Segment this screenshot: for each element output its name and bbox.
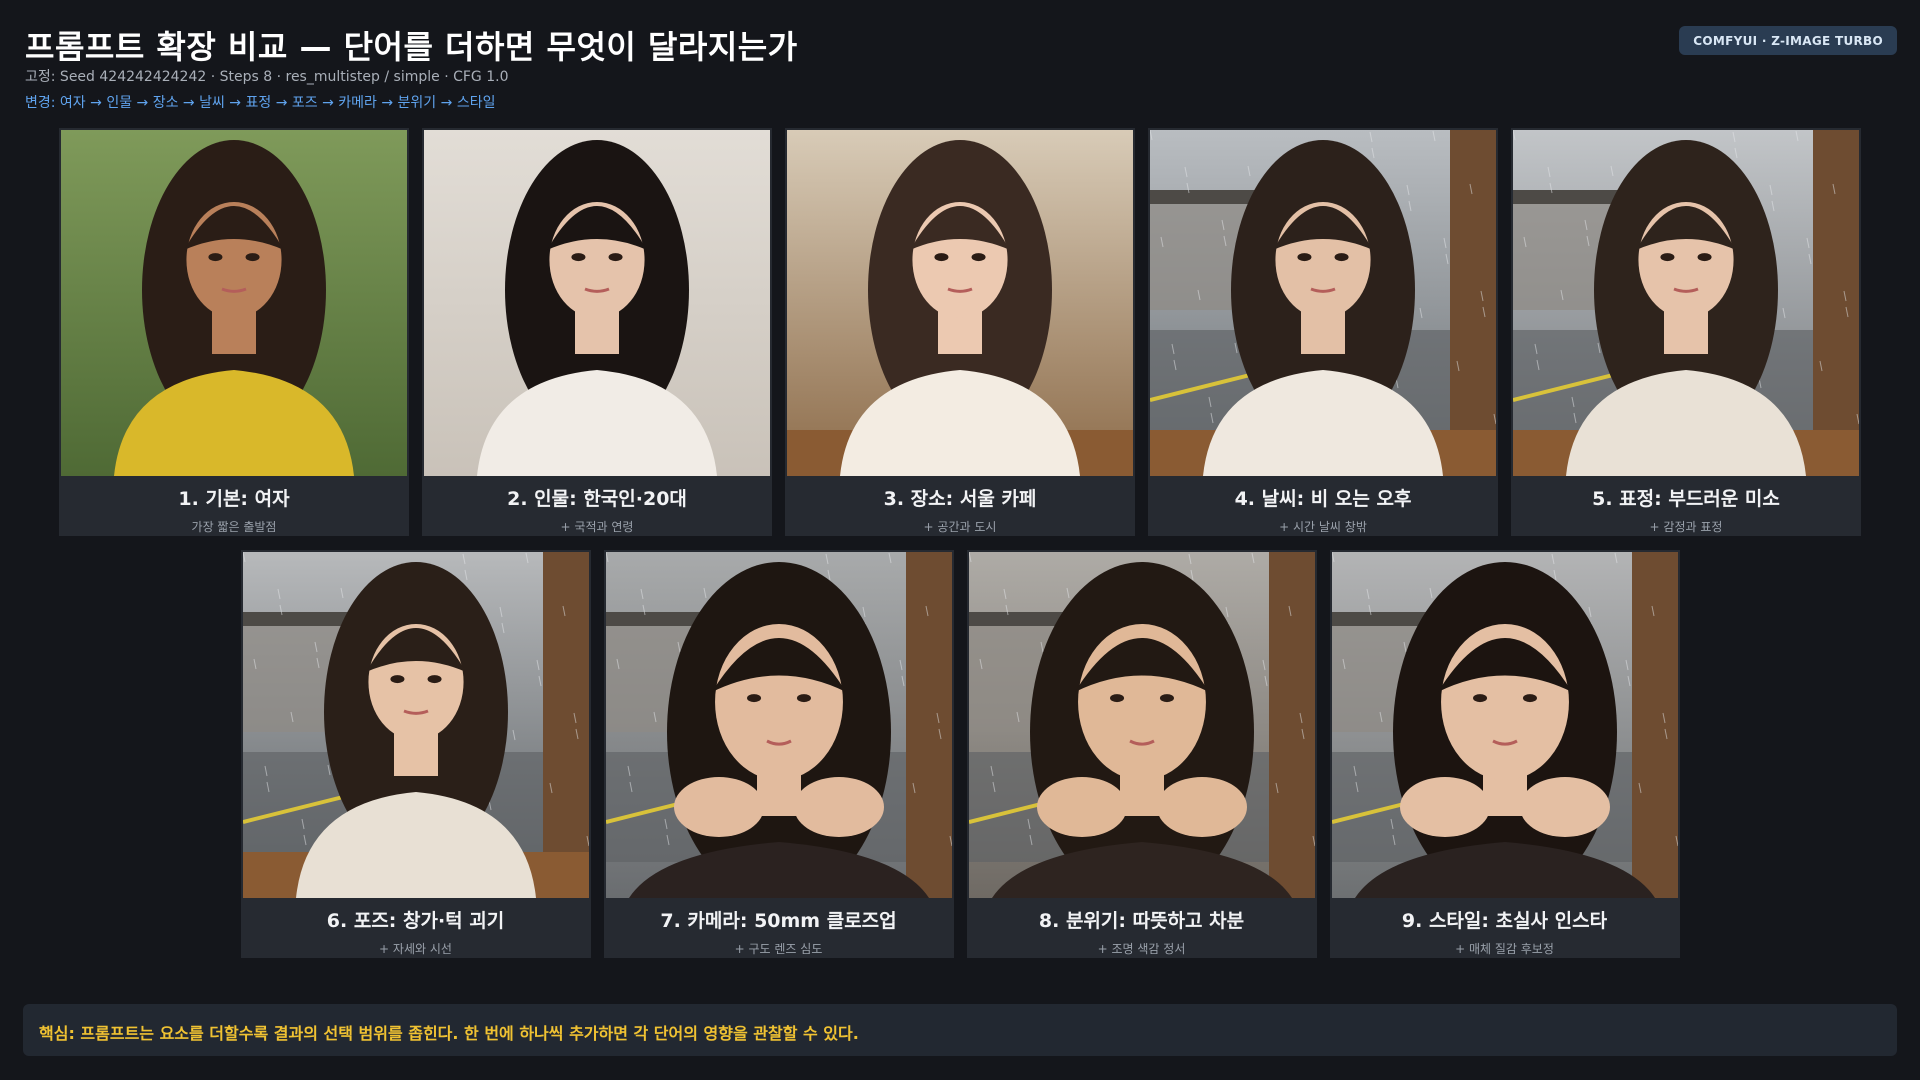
photo (242, 552, 589, 898)
card-caption: 9. 스타일: 초실사 인스타 (1401, 910, 1608, 932)
gallery-row-2: 6. 포즈: 창가·턱 괴기 + 자세와 시선 7. 카메라: 50mm 클로즈… (0, 550, 1920, 958)
gallery-card[interactable]: 8. 분위기: 따뜻하고 차분 + 조명 색감 정서 (966, 550, 1317, 958)
gallery-row-1: 1. 기본: 여자 가장 짧은 출발점 2. 인물: 한국인·20대 + 국적과… (0, 128, 1920, 536)
card-caption: 3. 장소: 서울 카페 (883, 488, 1037, 510)
card-subcaption: + 자세와 시선 (379, 942, 452, 956)
card-subcaption: + 조명 색감 정서 (1097, 942, 1186, 956)
gallery-card[interactable]: 4. 날씨: 비 오는 오후 + 시간 날씨 창밖 (1148, 128, 1498, 536)
card-caption: 1. 기본: 여자 (178, 488, 290, 510)
gallery-card[interactable]: 7. 카메라: 50mm 클로즈업 + 구도 렌즈 심도 (603, 550, 954, 958)
card-subcaption: + 공간과 도시 (923, 520, 997, 534)
app-badge: COMFYUI · Z-IMAGE TURBO (1679, 26, 1897, 55)
gallery-card[interactable]: 9. 스타일: 초실사 인스타 + 매체 질감 후보정 (1329, 550, 1680, 958)
card-subcaption: + 감정과 표정 (1649, 520, 1723, 534)
card-caption: 4. 날씨: 비 오는 오후 (1234, 488, 1412, 510)
photo (61, 130, 407, 476)
page-title: 프롬프트 확장 비교 — 단어를 더하면 무엇이 달라지는가 (25, 28, 798, 66)
fixed-settings: 고정: Seed 424242424242 · Steps 8 · res_mu… (25, 69, 509, 85)
gallery-card[interactable]: 3. 장소: 서울 카페 + 공간과 도시 (785, 128, 1135, 536)
card-subcaption: 가장 짧은 출발점 (191, 520, 277, 534)
photo (424, 130, 770, 476)
gallery-card[interactable]: 5. 표정: 부드러운 미소 + 감정과 표정 (1511, 128, 1861, 536)
card-subcaption: + 시간 날씨 창밖 (1279, 520, 1367, 534)
photo (1150, 130, 1496, 476)
card-subcaption: + 매체 질감 후보정 (1455, 942, 1554, 956)
key-insight-note: 핵심: 프롬프트는 요소를 더할수록 결과의 선택 범위를 좁힌다. 한 번에 … (23, 1004, 1897, 1056)
photo (1513, 130, 1859, 476)
gallery-card[interactable]: 6. 포즈: 창가·턱 괴기 + 자세와 시선 (240, 550, 591, 958)
card-caption: 7. 카메라: 50mm 클로즈업 (660, 910, 897, 932)
gallery-card[interactable]: 1. 기본: 여자 가장 짧은 출발점 (59, 128, 409, 536)
card-caption: 8. 분위기: 따뜻하고 차분 (1038, 910, 1245, 932)
card-subcaption: + 국적과 연령 (560, 520, 634, 534)
photo (605, 552, 952, 898)
photo (1331, 552, 1678, 898)
card-subcaption: + 구도 렌즈 심도 (734, 942, 823, 956)
card-caption: 5. 표정: 부드러운 미소 (1592, 488, 1780, 510)
card-caption: 2. 인물: 한국인·20대 (507, 488, 687, 510)
card-caption: 6. 포즈: 창가·턱 괴기 (326, 910, 505, 932)
change-sequence: 변경: 여자 → 인물 → 장소 → 날씨 → 표정 → 포즈 → 카메라 → … (25, 95, 496, 111)
photo (787, 130, 1133, 476)
gallery-card[interactable]: 2. 인물: 한국인·20대 + 국적과 연령 (422, 128, 772, 536)
photo (968, 552, 1315, 898)
